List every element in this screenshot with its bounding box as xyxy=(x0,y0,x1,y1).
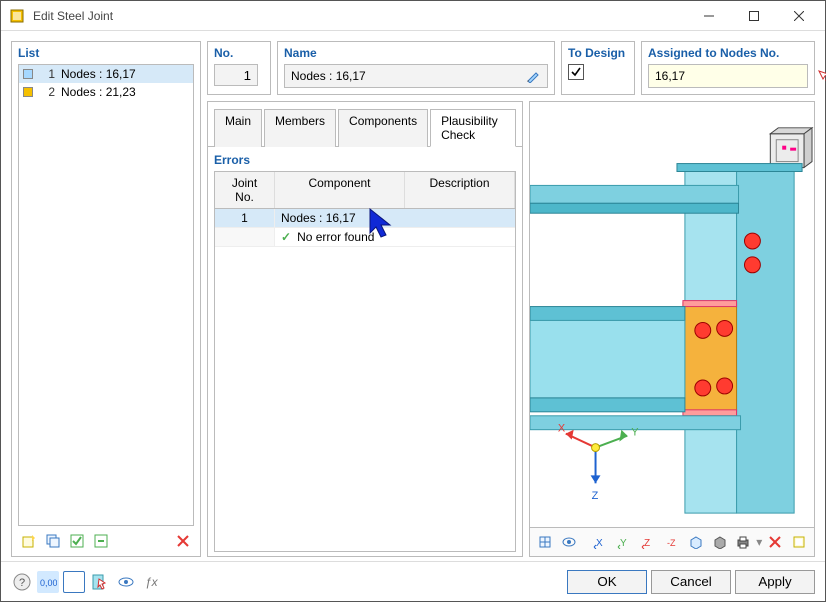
cell-component: ✓ No error found xyxy=(275,228,515,247)
viewport-toolbar: X Y Z -Z ▾ xyxy=(530,527,814,556)
assigned-nodes-field[interactable] xyxy=(653,68,812,84)
list-item-label: Nodes : 21,23 xyxy=(61,85,136,99)
errors-row[interactable]: 1 Nodes : 16,17 xyxy=(215,209,515,228)
name-label: Name xyxy=(284,46,548,60)
assigned-nodes-label: Assigned to Nodes No. xyxy=(648,46,808,60)
tabs: Main Members Components Plausibility Che… xyxy=(208,102,522,147)
tab-members[interactable]: Members xyxy=(264,109,336,147)
number-label: No. xyxy=(214,46,264,60)
titlebar: Edit Steel Joint xyxy=(1,1,825,31)
tab-components[interactable]: Components xyxy=(338,109,428,147)
units-icon[interactable]: 0,00 xyxy=(37,571,59,593)
view-tool-icon[interactable] xyxy=(534,531,556,553)
color-swatch xyxy=(23,87,33,97)
new-item-icon[interactable] xyxy=(18,530,40,552)
view-y-icon[interactable]: Y xyxy=(613,531,635,553)
list-toolbar xyxy=(12,526,200,556)
tab-plausibility-check[interactable]: Plausibility Check xyxy=(430,109,516,147)
check-icon: ✓ xyxy=(281,230,291,244)
uncheck-all-icon[interactable] xyxy=(90,530,112,552)
to-design-label: To Design xyxy=(568,46,628,60)
col-joint-no: Joint No. xyxy=(215,172,275,208)
errors-header: Joint No. Component Description xyxy=(215,172,515,209)
tab-main[interactable]: Main xyxy=(214,109,262,147)
rename-icon[interactable] xyxy=(523,66,543,86)
svg-text:Z: Z xyxy=(592,490,599,502)
joint-list[interactable]: 1 Nodes : 16,17 2 Nodes : 21,23 xyxy=(18,64,194,526)
minimize-button[interactable] xyxy=(686,2,731,30)
show-hide-icon[interactable] xyxy=(558,531,580,553)
list-item-number: 1 xyxy=(39,67,55,81)
details-panel: Main Members Components Plausibility Che… xyxy=(207,101,523,557)
pick-icon[interactable] xyxy=(89,571,111,593)
col-description: Description xyxy=(405,172,515,208)
svg-text:X: X xyxy=(596,538,603,549)
list-item[interactable]: 2 Nodes : 21,23 xyxy=(19,83,193,101)
svg-text:ƒx: ƒx xyxy=(145,575,159,589)
app-icon xyxy=(9,8,25,24)
view-x-icon[interactable]: X xyxy=(590,531,612,553)
svg-text:?: ? xyxy=(19,577,25,589)
window-title: Edit Steel Joint xyxy=(33,9,686,23)
ok-button[interactable]: OK xyxy=(567,570,647,594)
name-group: Name xyxy=(277,41,555,95)
dialog-button-bar: ? 0,00 ƒx OK Cancel Apply xyxy=(1,561,825,601)
to-design-checkbox[interactable] xyxy=(568,64,584,80)
apply-button[interactable]: Apply xyxy=(735,570,815,594)
cancel-button[interactable]: Cancel xyxy=(651,570,731,594)
errors-table[interactable]: Joint No. Component Description 1 Nodes … xyxy=(214,171,516,552)
script-icon[interactable]: ƒx xyxy=(141,571,163,593)
view-z-icon[interactable]: Z xyxy=(637,531,659,553)
list-label: List xyxy=(12,42,200,64)
col-component: Component xyxy=(275,172,405,208)
help-icon[interactable]: ? xyxy=(11,571,33,593)
view-iso-icon[interactable] xyxy=(685,531,707,553)
view-settings-icon[interactable] xyxy=(115,571,137,593)
delete-item-icon[interactable] xyxy=(172,530,194,552)
assigned-nodes-group: Assigned to Nodes No. xyxy=(641,41,815,95)
to-design-group: To Design xyxy=(561,41,635,95)
svg-text:-Z: -Z xyxy=(667,538,676,548)
pick-nodes-icon[interactable] xyxy=(816,66,826,86)
cell-joint-no xyxy=(215,228,275,247)
color-swatch xyxy=(23,69,33,79)
errors-row[interactable]: ✓ No error found xyxy=(215,228,515,247)
svg-text:Y: Y xyxy=(631,427,639,439)
model-viewport[interactable]: X Y Z xyxy=(530,102,814,527)
check-all-icon[interactable] xyxy=(66,530,88,552)
number-field[interactable] xyxy=(214,64,258,86)
svg-text:X: X xyxy=(558,423,566,435)
list-item-number: 2 xyxy=(39,85,55,99)
delete-view-icon[interactable] xyxy=(764,531,786,553)
svg-text:Z: Z xyxy=(644,538,650,549)
close-button[interactable] xyxy=(776,2,821,30)
svg-text:Y: Y xyxy=(620,538,627,549)
list-panel: List 1 Nodes : 16,17 2 Nodes : 21,23 xyxy=(11,41,201,557)
maximize-button[interactable] xyxy=(731,2,776,30)
errors-label: Errors xyxy=(214,151,516,171)
number-group: No. xyxy=(207,41,271,95)
list-item[interactable]: 1 Nodes : 16,17 xyxy=(19,65,193,83)
copy-item-icon[interactable] xyxy=(42,530,64,552)
name-field[interactable] xyxy=(289,68,519,84)
cell-joint-no: 1 xyxy=(215,209,275,228)
view-neg-z-icon[interactable]: -Z xyxy=(661,531,683,553)
print-icon[interactable] xyxy=(732,531,754,553)
cell-component: Nodes : 16,17 xyxy=(275,209,515,228)
preview-panel: X Y Z xyxy=(529,101,815,557)
view-solid-icon[interactable] xyxy=(709,531,731,553)
list-item-label: Nodes : 16,17 xyxy=(61,67,136,81)
new-window-icon[interactable] xyxy=(788,531,810,553)
svg-text:0,00: 0,00 xyxy=(40,578,57,588)
pointer-icon[interactable] xyxy=(63,571,85,593)
